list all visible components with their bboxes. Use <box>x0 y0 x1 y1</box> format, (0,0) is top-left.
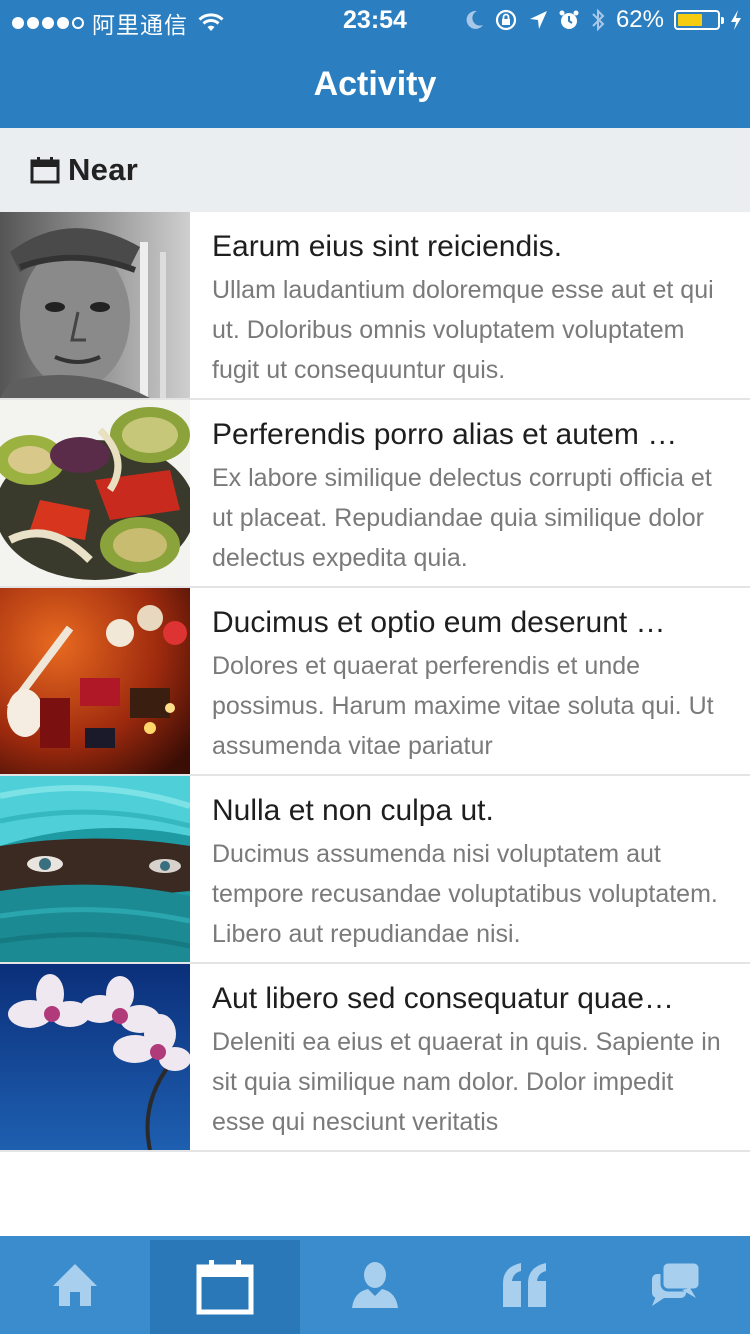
list-item-title: Aut libero sed consequatur quae… <box>212 982 674 1015</box>
battery-level <box>678 14 702 26</box>
orchid-flowers-image <box>0 964 190 1150</box>
list-item[interactable]: Perferendis porro alias et autem … Ex la… <box>0 400 750 588</box>
person-icon <box>352 1262 398 1308</box>
list-item-title: Nulla et non culpa ut. <box>212 794 494 827</box>
list-item-text: Nulla et non culpa ut. Ducimus assumenda… <box>212 792 732 954</box>
top-bar: 阿里通信 23:54 62% Activity <box>0 0 750 128</box>
list-item-description: Deleniti ea eius et quaerat in quis. Sap… <box>212 1028 721 1136</box>
chat-icon <box>652 1260 702 1306</box>
list-item-description: Dolores et quaerat perferendis et unde p… <box>212 652 714 760</box>
rotation-lock-icon <box>495 9 517 31</box>
bluetooth-icon <box>592 8 605 32</box>
list-item[interactable]: Nulla et non culpa ut. Ducimus assumenda… <box>0 776 750 964</box>
home-icon <box>53 1264 97 1306</box>
charging-icon <box>731 10 741 30</box>
veiled-face-image <box>0 776 190 962</box>
portrait-old-man-image <box>0 212 190 398</box>
page-title: Activity <box>313 64 437 103</box>
quote-icon <box>503 1263 546 1307</box>
tab-calendar[interactable] <box>150 1240 300 1334</box>
list-item-description: Ullam laudantium doloremque esse aut et … <box>212 276 714 384</box>
location-icon <box>529 11 547 29</box>
grilled-vegetables-image <box>0 400 190 586</box>
list-item-text: Ducimus et optio eum deserunt … Dolores … <box>212 604 732 766</box>
section-header-near: Near <box>0 128 750 212</box>
list-item[interactable]: Ducimus et optio eum deserunt … Dolores … <box>0 588 750 776</box>
alarm-icon <box>559 10 579 29</box>
tab-home[interactable] <box>0 1236 150 1334</box>
tab-messages[interactable] <box>600 1236 750 1334</box>
battery-icon <box>674 10 724 30</box>
list-item-title: Ducimus et optio eum deserunt … <box>212 606 666 639</box>
list-item-text: Perferendis porro alias et autem … Ex la… <box>212 416 732 578</box>
list-item-description: Ex labore similique delectus corrupti of… <box>212 464 712 572</box>
tab-quotes[interactable] <box>450 1236 600 1334</box>
list-item-text: Earum eius sint reiciendis. Ullam laudan… <box>212 228 732 390</box>
list-item-text: Aut libero sed consequatur quae… Delenit… <box>212 980 732 1142</box>
list-item-title: Perferendis porro alias et autem … <box>212 418 678 451</box>
battery-percent: 62% <box>615 6 664 33</box>
list-item-title: Earum eius sint reiciendis. <box>212 230 563 263</box>
list-item[interactable]: Earum eius sint reiciendis. Ullam laudan… <box>0 212 750 400</box>
calendar-icon <box>196 1260 254 1315</box>
navigation-bar: Activity <box>0 40 750 128</box>
list-item[interactable]: Aut libero sed consequatur quae… Delenit… <box>0 964 750 1152</box>
status-right: 62% <box>464 6 742 34</box>
moon-icon <box>466 10 483 29</box>
status-bar: 阿里通信 23:54 62% <box>0 0 750 40</box>
tab-profile[interactable] <box>300 1236 450 1334</box>
section-title: Near <box>68 152 139 187</box>
tab-bar <box>0 1236 750 1334</box>
bar-wall-signs-image <box>0 588 190 774</box>
list-item-description: Ducimus assumenda nisi voluptatem aut te… <box>212 840 718 948</box>
activity-list: Earum eius sint reiciendis. Ullam laudan… <box>0 212 750 1152</box>
calendar-icon <box>30 157 60 184</box>
